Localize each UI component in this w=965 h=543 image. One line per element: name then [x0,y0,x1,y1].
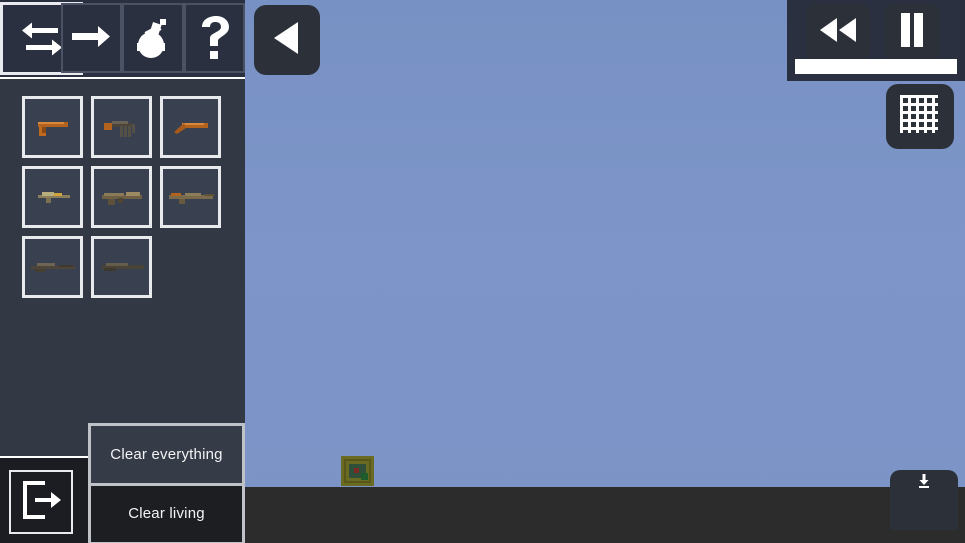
arrow-right-icon [70,21,114,55]
swap-arrows-icon [18,19,66,59]
back-button[interactable] [254,5,320,75]
clear-living-button[interactable]: Clear living [91,485,242,542]
pause-bars-icon [898,12,926,53]
item-slot-pistol[interactable] [22,96,83,158]
grid-icon [898,93,942,140]
panel-toolbar [0,0,246,77]
item-slot-carbine[interactable] [22,166,83,228]
rewind-double-triangle-icon [817,16,859,49]
play-left-triangle-icon [270,20,304,61]
help-tool-button[interactable] [183,3,246,73]
crate-detail-red [354,468,359,473]
item-slot-assault-rifle[interactable] [91,166,152,228]
toolbar-divider [0,77,245,79]
weapon-panel: Clear everything Clear living [0,0,246,543]
grenade-tool-button[interactable] [122,3,184,73]
ground-plane [245,487,965,543]
download-arrow-icon [917,473,931,493]
question-mark-icon [194,14,234,62]
clear-buttons-group: Clear everything Clear living [88,423,245,543]
item-slot-smg[interactable] [91,96,152,158]
clear-living-label: Clear living [128,505,205,523]
item-slot-sniper[interactable] [22,236,83,298]
crate-detail-green [361,473,368,480]
item-slot-battle-rifle[interactable] [160,166,221,228]
item-slot-sawed-off[interactable] [160,96,221,158]
crate-entity[interactable] [341,456,374,486]
item-slot-rifle[interactable] [91,236,152,298]
grenade-icon [131,15,175,61]
playback-progress-bar[interactable] [795,59,957,74]
crate-inner [349,464,368,480]
clear-everything-label: Clear everything [110,445,223,463]
arrow-tool-button[interactable] [61,3,123,73]
grid-button[interactable] [886,84,954,149]
exit-button[interactable] [9,470,73,534]
weapon-slot-grid [22,96,222,298]
clear-everything-button[interactable]: Clear everything [91,426,242,483]
download-button[interactable] [890,470,958,530]
panel-bottom-bar: Clear everything Clear living [0,423,245,543]
game-viewport[interactable] [245,0,965,543]
exit-door-icon [19,479,63,526]
pause-button[interactable] [884,3,940,61]
app-root: Clear everything Clear living [0,0,965,543]
rewind-button[interactable] [806,3,870,61]
